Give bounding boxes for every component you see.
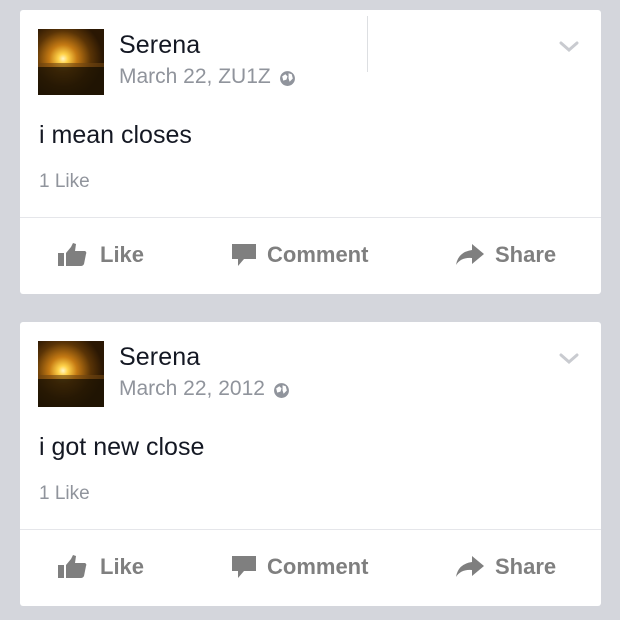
share-arrow-icon bbox=[456, 244, 484, 265]
avatar[interactable] bbox=[38, 29, 104, 95]
share-button[interactable]: Share bbox=[455, 554, 556, 580]
like-button[interactable]: Like bbox=[58, 554, 144, 580]
author-name[interactable]: Serena bbox=[119, 343, 200, 372]
comment-label: Comment bbox=[267, 242, 369, 267]
like-label: Like bbox=[100, 554, 145, 579]
action-bar: Like Comment Share bbox=[20, 530, 601, 606]
post-meta: March 22, 2012 bbox=[119, 377, 290, 401]
post-text: i got new close bbox=[39, 433, 205, 461]
globe-icon bbox=[279, 70, 295, 86]
avatar[interactable] bbox=[38, 341, 104, 407]
share-label: Share bbox=[495, 242, 557, 267]
thumbs-up-icon bbox=[58, 243, 87, 266]
globe-icon bbox=[274, 382, 289, 398]
like-button[interactable]: Like bbox=[58, 242, 144, 268]
post-meta: March 22, ZU1Z bbox=[119, 65, 296, 89]
post-date[interactable]: March 22, ZU1Z bbox=[119, 65, 271, 89]
author-name[interactable]: Serena bbox=[119, 31, 200, 60]
likes-count[interactable]: 1 Like bbox=[39, 171, 90, 193]
speech-bubble-icon bbox=[232, 556, 256, 578]
like-label: Like bbox=[100, 242, 145, 267]
share-label: Share bbox=[495, 554, 557, 579]
post-date[interactable]: March 22, 2012 bbox=[119, 377, 265, 401]
post-card: Serena March 22, ZU1Z i mean closes 1 Li… bbox=[20, 10, 601, 294]
share-arrow-icon bbox=[456, 556, 484, 577]
thumbs-up-icon bbox=[58, 555, 87, 578]
comment-label: Comment bbox=[267, 554, 369, 579]
chevron-down-icon[interactable] bbox=[559, 353, 579, 365]
post-card: Serena March 22, 2012 i got new close 1 … bbox=[20, 322, 601, 606]
comment-button[interactable]: Comment bbox=[231, 554, 368, 580]
divider-line bbox=[367, 16, 368, 72]
speech-bubble-icon bbox=[232, 244, 256, 266]
post-text: i mean closes bbox=[39, 121, 192, 149]
likes-count[interactable]: 1 Like bbox=[39, 483, 90, 505]
comment-button[interactable]: Comment bbox=[231, 242, 368, 268]
chevron-down-icon[interactable] bbox=[559, 41, 579, 53]
share-button[interactable]: Share bbox=[455, 242, 556, 268]
action-bar: Like Comment Share bbox=[20, 218, 601, 294]
